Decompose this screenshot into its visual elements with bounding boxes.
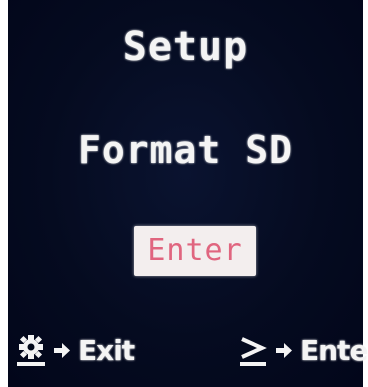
screen-title: Setup [122, 24, 249, 70]
exit-label: Exit [78, 333, 135, 367]
enter-label: Enter [300, 333, 368, 367]
arrow-right-icon [50, 338, 74, 362]
arrow-right-icon [272, 338, 296, 362]
exit-hint[interactable]: Exit [14, 330, 135, 370]
gear-icon [14, 331, 48, 369]
device-screen: Setup Format SD Enter Exit Ente [8, 0, 368, 387]
enter-hint[interactable]: Enter [236, 330, 368, 370]
menu-item-format-sd: Format SD [78, 128, 293, 172]
enter-button[interactable]: Enter [134, 226, 256, 276]
greater-than-icon [236, 331, 270, 369]
